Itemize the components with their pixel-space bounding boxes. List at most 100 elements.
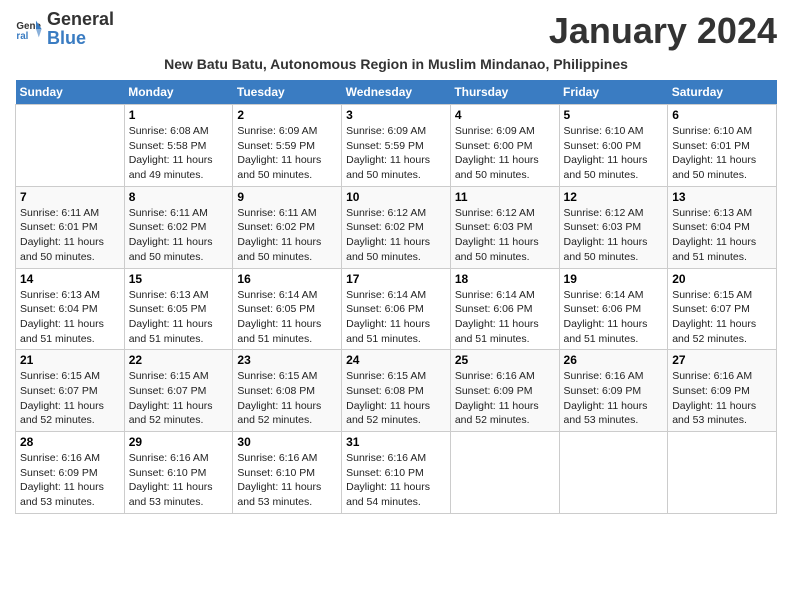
calendar-cell	[450, 432, 559, 514]
header-thursday: Thursday	[450, 80, 559, 105]
day-info: Sunrise: 6:09 AMSunset: 5:59 PMDaylight:…	[346, 124, 446, 183]
calendar-cell: 6 Sunrise: 6:10 AMSunset: 6:01 PMDaylight…	[668, 105, 777, 187]
day-number: 12	[564, 190, 664, 204]
header-sunday: Sunday	[16, 80, 125, 105]
day-info: Sunrise: 6:15 AMSunset: 6:07 PMDaylight:…	[20, 369, 120, 428]
day-info: Sunrise: 6:14 AMSunset: 6:06 PMDaylight:…	[455, 288, 555, 347]
day-number: 6	[672, 108, 772, 122]
day-info: Sunrise: 6:13 AMSunset: 6:04 PMDaylight:…	[20, 288, 120, 347]
day-info: Sunrise: 6:16 AMSunset: 6:09 PMDaylight:…	[564, 369, 664, 428]
day-number: 27	[672, 353, 772, 367]
calendar-week-3: 14 Sunrise: 6:13 AMSunset: 6:04 PMDayligh…	[16, 268, 777, 350]
day-number: 3	[346, 108, 446, 122]
day-number: 14	[20, 272, 120, 286]
calendar-cell: 9 Sunrise: 6:11 AMSunset: 6:02 PMDaylight…	[233, 186, 342, 268]
calendar-week-2: 7Sunrise: 6:11 AMSunset: 6:01 PMDaylight…	[16, 186, 777, 268]
day-number: 1	[129, 108, 229, 122]
calendar-cell: 21 Sunrise: 6:15 AMSunset: 6:07 PMDayligh…	[16, 350, 125, 432]
day-number: 19	[564, 272, 664, 286]
calendar-cell: 29Sunrise: 6:16 AMSunset: 6:10 PMDayligh…	[124, 432, 233, 514]
day-info: Sunrise: 6:14 AMSunset: 6:05 PMDaylight:…	[237, 288, 337, 347]
day-info: Sunrise: 6:10 AMSunset: 6:00 PMDaylight:…	[564, 124, 664, 183]
calendar-cell: 7Sunrise: 6:11 AMSunset: 6:01 PMDaylight…	[16, 186, 125, 268]
calendar-cell: 31Sunrise: 6:16 AMSunset: 6:10 PMDayligh…	[342, 432, 451, 514]
day-info: Sunrise: 6:15 AMSunset: 6:07 PMDaylight:…	[672, 288, 772, 347]
calendar-cell: 5 Sunrise: 6:10 AMSunset: 6:00 PMDaylight…	[559, 105, 668, 187]
calendar-cell: 19 Sunrise: 6:14 AMSunset: 6:06 PMDayligh…	[559, 268, 668, 350]
day-info: Sunrise: 6:08 AMSunset: 5:58 PMDaylight:…	[129, 124, 229, 183]
day-number: 31	[346, 435, 446, 449]
day-number: 9	[237, 190, 337, 204]
header-saturday: Saturday	[668, 80, 777, 105]
day-number: 23	[237, 353, 337, 367]
day-number: 11	[455, 190, 555, 204]
day-info: Sunrise: 6:12 AMSunset: 6:03 PMDaylight:…	[564, 206, 664, 265]
day-info: Sunrise: 6:11 AMSunset: 6:01 PMDaylight:…	[20, 206, 120, 265]
calendar-week-4: 21 Sunrise: 6:15 AMSunset: 6:07 PMDayligh…	[16, 350, 777, 432]
day-number: 30	[237, 435, 337, 449]
calendar-cell: 11 Sunrise: 6:12 AMSunset: 6:03 PMDayligh…	[450, 186, 559, 268]
day-number: 8	[129, 190, 229, 204]
calendar-cell: 4 Sunrise: 6:09 AMSunset: 6:00 PMDaylight…	[450, 105, 559, 187]
calendar-header-row: SundayMondayTuesdayWednesdayThursdayFrid…	[16, 80, 777, 105]
day-info: Sunrise: 6:15 AMSunset: 6:08 PMDaylight:…	[237, 369, 337, 428]
day-number: 18	[455, 272, 555, 286]
calendar-cell: 23 Sunrise: 6:15 AMSunset: 6:08 PMDayligh…	[233, 350, 342, 432]
calendar-cell: 26Sunrise: 6:16 AMSunset: 6:09 PMDayligh…	[559, 350, 668, 432]
calendar-cell: 30 Sunrise: 6:16 AMSunset: 6:10 PMDayligh…	[233, 432, 342, 514]
day-info: Sunrise: 6:16 AMSunset: 6:09 PMDaylight:…	[455, 369, 555, 428]
day-number: 4	[455, 108, 555, 122]
calendar-cell: 22Sunrise: 6:15 AMSunset: 6:07 PMDayligh…	[124, 350, 233, 432]
header-wednesday: Wednesday	[342, 80, 451, 105]
logo: Gene ral General Blue	[15, 10, 114, 48]
calendar-cell: 18 Sunrise: 6:14 AMSunset: 6:06 PMDayligh…	[450, 268, 559, 350]
day-info: Sunrise: 6:09 AMSunset: 6:00 PMDaylight:…	[455, 124, 555, 183]
calendar-week-1: 1 Sunrise: 6:08 AMSunset: 5:58 PMDaylight…	[16, 105, 777, 187]
calendar-cell: 27 Sunrise: 6:16 AMSunset: 6:09 PMDayligh…	[668, 350, 777, 432]
header-monday: Monday	[124, 80, 233, 105]
day-number: 25	[455, 353, 555, 367]
day-info: Sunrise: 6:16 AMSunset: 6:09 PMDaylight:…	[672, 369, 772, 428]
day-info: Sunrise: 6:14 AMSunset: 6:06 PMDaylight:…	[346, 288, 446, 347]
day-info: Sunrise: 6:12 AMSunset: 6:03 PMDaylight:…	[455, 206, 555, 265]
day-number: 2	[237, 108, 337, 122]
logo-icon: Gene ral	[15, 15, 43, 43]
day-info: Sunrise: 6:16 AMSunset: 6:10 PMDaylight:…	[237, 451, 337, 510]
day-number: 16	[237, 272, 337, 286]
day-number: 13	[672, 190, 772, 204]
day-info: Sunrise: 6:11 AMSunset: 6:02 PMDaylight:…	[237, 206, 337, 265]
logo-general: General	[47, 9, 114, 29]
day-info: Sunrise: 6:10 AMSunset: 6:01 PMDaylight:…	[672, 124, 772, 183]
day-number: 20	[672, 272, 772, 286]
svg-text:ral: ral	[16, 31, 28, 42]
day-number: 21	[20, 353, 120, 367]
day-info: Sunrise: 6:15 AMSunset: 6:07 PMDaylight:…	[129, 369, 229, 428]
day-info: Sunrise: 6:15 AMSunset: 6:08 PMDaylight:…	[346, 369, 446, 428]
header: Gene ral General Blue January 2024	[15, 10, 777, 52]
logo-blue: Blue	[47, 28, 86, 48]
day-number: 15	[129, 272, 229, 286]
day-info: Sunrise: 6:09 AMSunset: 5:59 PMDaylight:…	[237, 124, 337, 183]
calendar-week-5: 28Sunrise: 6:16 AMSunset: 6:09 PMDayligh…	[16, 432, 777, 514]
day-info: Sunrise: 6:12 AMSunset: 6:02 PMDaylight:…	[346, 206, 446, 265]
day-number: 5	[564, 108, 664, 122]
header-friday: Friday	[559, 80, 668, 105]
calendar-cell: 13 Sunrise: 6:13 AMSunset: 6:04 PMDayligh…	[668, 186, 777, 268]
calendar-cell	[16, 105, 125, 187]
day-number: 28	[20, 435, 120, 449]
day-info: Sunrise: 6:16 AMSunset: 6:10 PMDaylight:…	[129, 451, 229, 510]
calendar-cell: 15 Sunrise: 6:13 AMSunset: 6:05 PMDayligh…	[124, 268, 233, 350]
calendar-cell: 2 Sunrise: 6:09 AMSunset: 5:59 PMDaylight…	[233, 105, 342, 187]
calendar-cell: 28Sunrise: 6:16 AMSunset: 6:09 PMDayligh…	[16, 432, 125, 514]
calendar-cell: 20 Sunrise: 6:15 AMSunset: 6:07 PMDayligh…	[668, 268, 777, 350]
calendar-cell: 24Sunrise: 6:15 AMSunset: 6:08 PMDayligh…	[342, 350, 451, 432]
day-info: Sunrise: 6:11 AMSunset: 6:02 PMDaylight:…	[129, 206, 229, 265]
calendar-cell: 25 Sunrise: 6:16 AMSunset: 6:09 PMDayligh…	[450, 350, 559, 432]
calendar-cell: 3 Sunrise: 6:09 AMSunset: 5:59 PMDaylight…	[342, 105, 451, 187]
day-info: Sunrise: 6:14 AMSunset: 6:06 PMDaylight:…	[564, 288, 664, 347]
calendar-cell: 17Sunrise: 6:14 AMSunset: 6:06 PMDayligh…	[342, 268, 451, 350]
calendar-cell: 14 Sunrise: 6:13 AMSunset: 6:04 PMDayligh…	[16, 268, 125, 350]
day-info: Sunrise: 6:13 AMSunset: 6:04 PMDaylight:…	[672, 206, 772, 265]
day-info: Sunrise: 6:13 AMSunset: 6:05 PMDaylight:…	[129, 288, 229, 347]
calendar-cell	[668, 432, 777, 514]
